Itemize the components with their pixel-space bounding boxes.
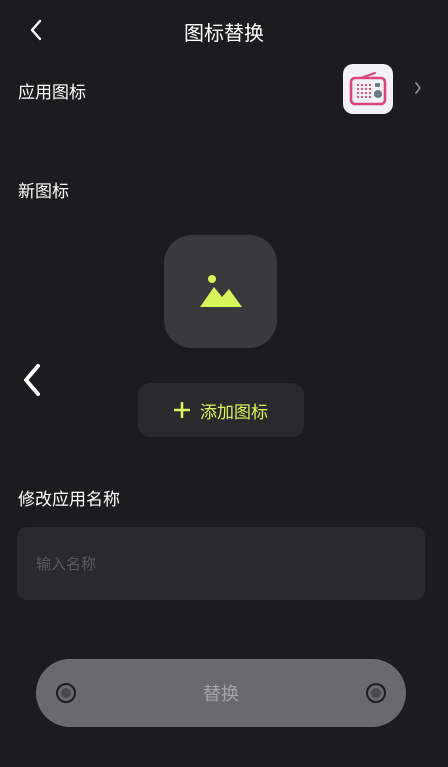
add-icon-label: 添加图标 — [200, 402, 268, 423]
page-title: 图标替换 — [184, 21, 264, 45]
replace-button[interactable]: 替换 — [36, 659, 406, 727]
image-icon — [199, 274, 242, 307]
rivet-decoration — [366, 683, 386, 703]
new-icon-label: 新图标 — [18, 182, 69, 202]
app-icon-row[interactable]: 应用图标 — [0, 62, 448, 118]
icon-replace-screen: 图标替换 应用图标 新图标 添加图标 修改应用名称 输入名称 替换 — [0, 0, 448, 767]
header: 图标替换 — [0, 0, 448, 60]
app-icon-label: 应用图标 — [18, 83, 86, 103]
radio-icon — [349, 72, 387, 106]
new-icon-placeholder[interactable] — [164, 235, 277, 348]
replace-button-label: 替换 — [203, 684, 239, 705]
chevron-right-icon — [408, 78, 428, 98]
floating-back-button[interactable] — [14, 360, 50, 400]
current-app-icon — [343, 64, 393, 114]
rename-label: 修改应用名称 — [18, 490, 120, 510]
plus-icon — [174, 402, 190, 418]
name-input-container — [17, 527, 425, 600]
add-icon-button[interactable]: 添加图标 — [138, 383, 304, 437]
name-input[interactable] — [17, 527, 425, 600]
rivet-decoration — [56, 683, 76, 703]
chevron-left-icon — [24, 364, 40, 396]
